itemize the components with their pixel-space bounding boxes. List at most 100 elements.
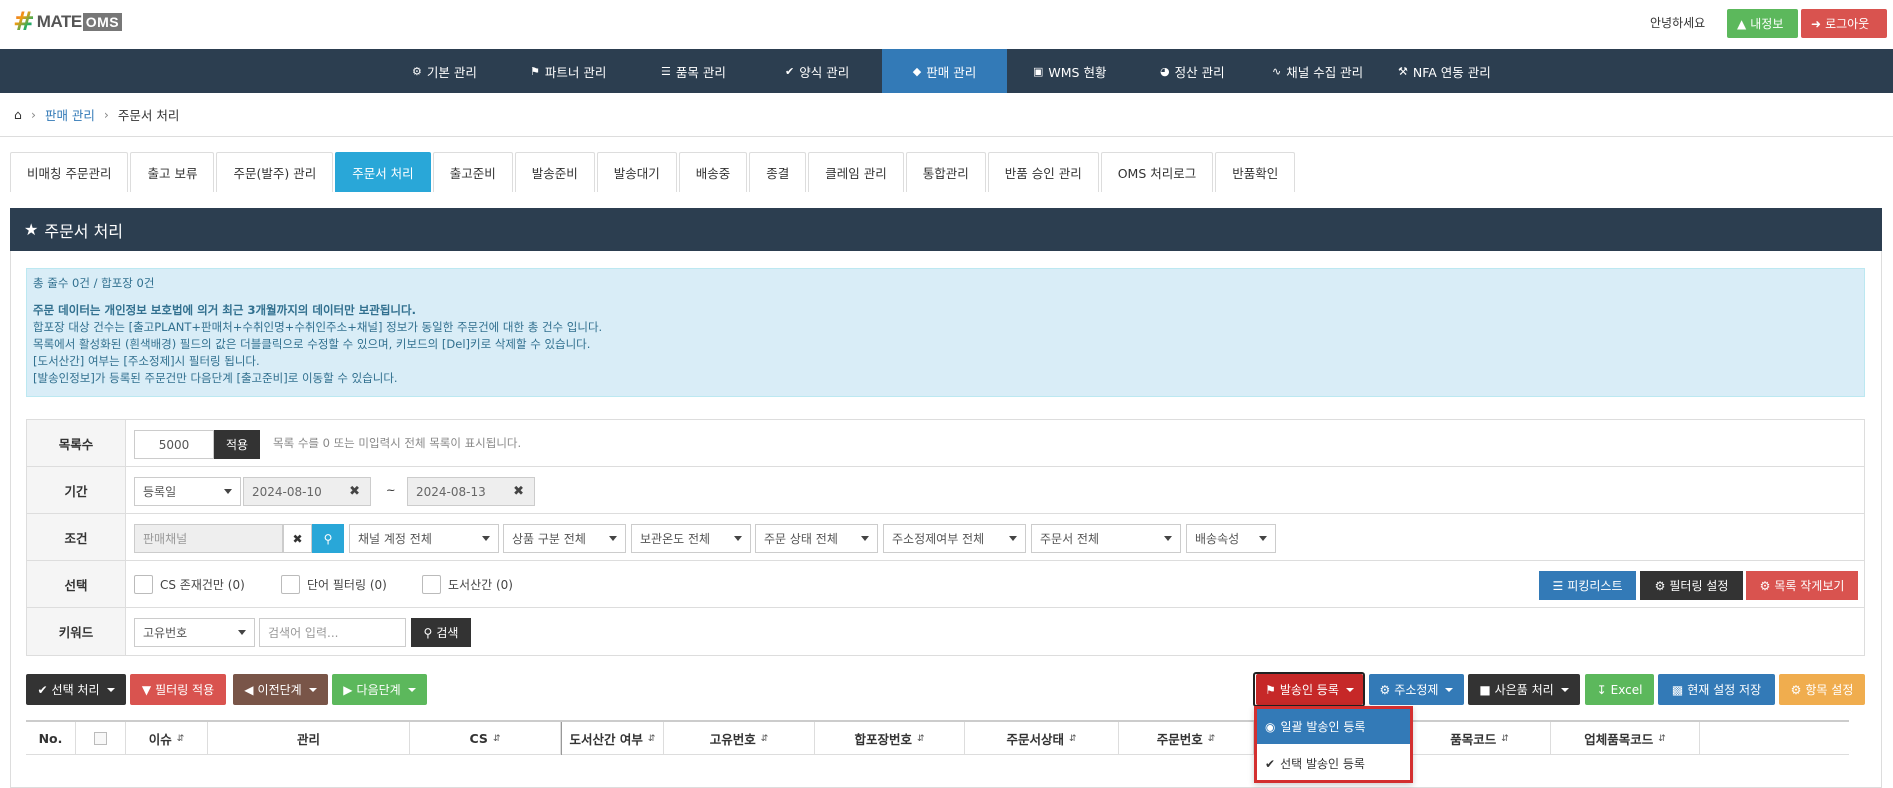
- save-settings-button[interactable]: ▩ 현재 설정 저장: [1658, 674, 1775, 705]
- filter-apply-button[interactable]: ▼ 필터링 적용: [130, 674, 226, 705]
- col-bundle-no[interactable]: 합포장번호 ⇵: [815, 722, 965, 755]
- filter-row-keyword: 키워드 고유번호 검색어 입력... ⚲ 검색: [27, 608, 1864, 655]
- tab-order-process[interactable]: 주문서 처리: [335, 152, 431, 192]
- excel-button[interactable]: ↧ Excel: [1585, 674, 1654, 705]
- date-to-input[interactable]: 2024-08-13 ✖: [407, 477, 535, 506]
- col-cs[interactable]: CS ⇵: [410, 722, 561, 755]
- address-refine-button[interactable]: ⚙ 주소정제: [1369, 674, 1464, 705]
- picking-list-label: 피킹리스트: [1567, 579, 1623, 593]
- select-label: 선택: [27, 561, 126, 607]
- tab-return-check[interactable]: 반품확인: [1215, 152, 1296, 192]
- clear-date-from-icon[interactable]: ✖: [349, 484, 360, 499]
- col-order-status[interactable]: 주문서상태 ⇵: [965, 722, 1119, 755]
- sender-register-focus-ring: [1253, 672, 1365, 707]
- clear-channel-button[interactable]: ✖: [283, 524, 312, 553]
- nav-item-form[interactable]: ✔ 양식 관리: [773, 49, 861, 93]
- date-from-input[interactable]: 2024-08-10 ✖: [243, 477, 371, 506]
- product-type-select[interactable]: 상품 구분 전체: [503, 524, 626, 553]
- col-issue[interactable]: 이슈 ⇵: [126, 722, 208, 755]
- tab-oms-log[interactable]: OMS 처리로그: [1100, 152, 1214, 192]
- filter-row-select: 선택 CS 존재건만 (0) 단어 필터링 (0) 도서산간 (0) ☰ 피킹리스…: [27, 561, 1864, 608]
- picking-list-button[interactable]: ☰ 피킹리스트: [1539, 571, 1636, 600]
- check-icon: ✔: [785, 64, 795, 78]
- apply-button[interactable]: 적용: [214, 430, 260, 459]
- col-island[interactable]: 도서산간 여부 ⇵: [561, 722, 664, 755]
- gift-process-button[interactable]: ■ 사은품 처리: [1468, 674, 1580, 705]
- logout-button[interactable]: ➜ 로그아웃: [1801, 9, 1887, 38]
- date-type-select[interactable]: 등록일: [134, 477, 241, 506]
- check-icon: ✔: [37, 682, 48, 697]
- col-issue-label: 이슈: [148, 732, 172, 747]
- next-step-button[interactable]: ▶ 다음단계: [332, 674, 427, 705]
- keyword-input[interactable]: 검색어 입력...: [259, 618, 406, 647]
- order-status-select[interactable]: 주문 상태 전체: [755, 524, 878, 553]
- keyword-field-select[interactable]: 고유번호: [134, 618, 255, 647]
- tab-ship-prepare[interactable]: 출고준비: [432, 152, 513, 192]
- channel-account-select[interactable]: 채널 계정 전체: [349, 524, 499, 553]
- filter-settings-button[interactable]: ⚙ 필터링 설정: [1640, 571, 1743, 600]
- tab-closed[interactable]: 종결: [749, 152, 807, 192]
- keyword-field-value: 고유번호: [143, 626, 188, 640]
- sort-icon: ⇵: [176, 733, 185, 744]
- list-count-input[interactable]: 5000: [134, 430, 214, 459]
- col-no[interactable]: No.: [26, 722, 76, 755]
- nav-item-wms[interactable]: ▣ WMS 현황: [1021, 49, 1118, 93]
- list-small-button[interactable]: ⚙ 목록 작게보기: [1746, 571, 1858, 600]
- tab-integrated[interactable]: 통합관리: [905, 152, 986, 192]
- tab-shipping[interactable]: 배송중: [678, 152, 748, 192]
- top-header: # MATE OMS 안녕하세요 ▲ 내정보 ➜ 로그아웃: [0, 0, 1893, 49]
- word-filter-checkbox[interactable]: [281, 575, 300, 594]
- nav-label: WMS 현황: [1048, 64, 1107, 80]
- channel-search-button[interactable]: ⚲: [312, 524, 344, 553]
- sales-channel-input[interactable]: 판매채널: [134, 524, 283, 553]
- home-icon[interactable]: ⌂: [14, 107, 22, 122]
- close-icon: ✖: [292, 531, 303, 546]
- nav-item-settlement[interactable]: ◕ 정산 관리: [1148, 49, 1237, 93]
- clear-date-to-icon[interactable]: ✖: [513, 484, 524, 499]
- tab-send-wait[interactable]: 발송대기: [596, 152, 677, 192]
- breadcrumb-sales-link[interactable]: 판매 관리: [45, 105, 95, 124]
- bulk-sender-register-item[interactable]: ◉ 일괄 발송인 등록: [1257, 709, 1410, 744]
- my-info-label: 내정보: [1750, 17, 1784, 31]
- cs-only-checkbox[interactable]: [134, 575, 153, 594]
- select-process-button[interactable]: ✔ 선택 처리: [26, 674, 126, 705]
- selected-sender-register-item[interactable]: ✔ 선택 발송인 등록: [1257, 746, 1410, 781]
- island-label: 도서산간 (0): [448, 577, 513, 592]
- col-order-no[interactable]: 주문번호 ⇵: [1119, 722, 1254, 755]
- logo[interactable]: # MATE OMS: [13, 9, 123, 35]
- col-item-code[interactable]: 품목코드 ⇵: [1409, 722, 1551, 755]
- nav-item-sales[interactable]: ◆ 판매 관리: [882, 49, 1007, 93]
- nav-item-product[interactable]: ☰ 품목 관리: [649, 49, 738, 93]
- nav-item-basic[interactable]: ⚙ 기본 관리: [400, 49, 489, 93]
- address-refine-select[interactable]: 주소정제여부 전체: [883, 524, 1026, 553]
- island-checkbox[interactable]: [422, 575, 441, 594]
- col-unique-no[interactable]: 고유번호 ⇵: [664, 722, 815, 755]
- bulk-sender-register-label: 일괄 발송인 등록: [1280, 720, 1366, 734]
- select-all-checkbox[interactable]: [94, 732, 107, 745]
- column-settings-button[interactable]: ⚙ 항목 설정: [1779, 674, 1865, 705]
- save-settings-label: 현재 설정 저장: [1687, 683, 1762, 697]
- tab-return-approve[interactable]: 반품 승인 관리: [987, 152, 1099, 192]
- delivery-attr-select[interactable]: 배송속성: [1186, 524, 1276, 553]
- tab-claim[interactable]: 클레임 관리: [808, 152, 904, 192]
- tab-hold[interactable]: 출고 보류: [130, 152, 215, 192]
- nav-item-nfa[interactable]: ⚒ NFA 연동 관리: [1386, 49, 1503, 93]
- tab-unmatched[interactable]: 비매칭 주문관리: [10, 152, 129, 192]
- breadcrumb-current: 주문서 처리: [117, 108, 180, 123]
- storage-temp-select[interactable]: 보관온도 전체: [631, 524, 751, 553]
- channel-account-value: 채널 계정 전체: [358, 532, 432, 546]
- card-icon: ▣: [1033, 64, 1044, 78]
- tab-send-prepare[interactable]: 발송준비: [514, 152, 595, 192]
- col-vendor-item-code[interactable]: 업체품목코드 ⇵: [1551, 722, 1700, 755]
- tab-order-manage[interactable]: 주문(발주) 관리: [216, 152, 334, 192]
- nav-item-channel[interactable]: ∿ 채널 수집 관리: [1260, 49, 1375, 93]
- nav-item-partner[interactable]: ⚑ 파트너 관리: [518, 49, 618, 93]
- nav-label: 채널 수집 관리: [1286, 64, 1364, 80]
- my-info-button[interactable]: ▲ 내정보: [1727, 9, 1798, 38]
- condition-label: 조건: [27, 514, 126, 560]
- search-button[interactable]: ⚲ 검색: [411, 618, 471, 647]
- breadcrumb: ⌂ › 판매 관리 › 주문서 처리: [0, 93, 1893, 137]
- prev-step-button[interactable]: ◀ 이전단계: [233, 674, 328, 705]
- order-doc-select[interactable]: 주문서 전체: [1031, 524, 1181, 553]
- nav-label: 정산 관리: [1174, 64, 1225, 80]
